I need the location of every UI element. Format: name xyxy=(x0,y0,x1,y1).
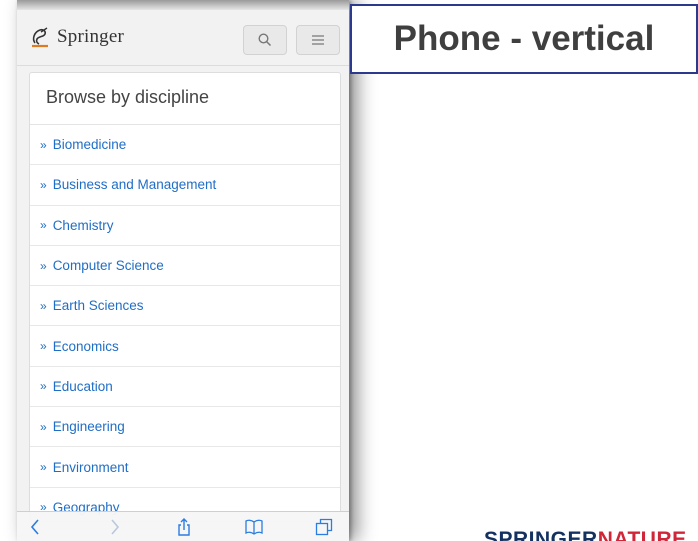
status-bar-edge xyxy=(17,0,349,10)
forward-button[interactable] xyxy=(103,517,125,537)
discipline-label: Computer Science xyxy=(52,258,164,274)
share-icon xyxy=(178,518,190,536)
browse-title: Browse by discipline xyxy=(30,73,340,125)
site-header: Springer xyxy=(17,14,349,66)
view-label-text: Phone - vertical xyxy=(393,19,655,58)
discipline-link[interactable]: » Chemistry xyxy=(30,206,340,246)
discipline-link[interactable]: » Business and Management xyxy=(30,165,340,206)
chevron-right-icon: » xyxy=(40,298,47,313)
back-button[interactable] xyxy=(25,517,47,537)
discipline-link[interactable]: » Environment xyxy=(30,447,340,488)
discipline-link[interactable]: » Biomedicine xyxy=(30,125,340,166)
chevron-right-icon: » xyxy=(40,379,47,394)
discipline-label: Economics xyxy=(52,338,119,354)
chevron-right-icon: » xyxy=(40,218,47,233)
phone-screenshot: Springer Browse by discipline » Biomedici… xyxy=(17,0,349,541)
share-button[interactable] xyxy=(173,517,195,537)
tabs-icon xyxy=(315,518,333,536)
discipline-list: » Biomedicine » Business and Management » Che… xyxy=(30,125,340,521)
brand-part-nature: NATURE xyxy=(597,528,687,541)
discipline-link[interactable]: » Earth Sciences xyxy=(30,286,340,327)
springer-logo-icon xyxy=(32,27,48,48)
discipline-label: Biomedicine xyxy=(52,137,127,153)
search-button[interactable] xyxy=(243,25,287,55)
discipline-label: Engineering xyxy=(52,419,125,435)
chevron-right-icon: » xyxy=(40,339,47,354)
back-icon xyxy=(30,519,39,535)
search-icon xyxy=(258,33,272,47)
bookmarks-icon xyxy=(245,519,263,535)
tabs-button[interactable] xyxy=(313,517,335,537)
brand-name: Springer xyxy=(57,26,125,47)
browser-toolbar xyxy=(17,511,349,541)
chevron-right-icon: » xyxy=(40,137,47,152)
discipline-link[interactable]: » Engineering xyxy=(30,407,340,448)
menu-button[interactable] xyxy=(296,25,340,55)
brand-part-springer: SPRINGER xyxy=(484,528,598,541)
chevron-right-icon: » xyxy=(40,258,47,273)
springer-logo[interactable]: Springer xyxy=(29,26,124,48)
chevron-right-icon: » xyxy=(40,419,47,434)
view-label: Phone - vertical xyxy=(350,4,698,74)
discipline-label: Business and Management xyxy=(52,177,217,193)
springer-nature-logo: SPRINGERNATURE xyxy=(484,528,687,541)
discipline-link[interactable]: » Computer Science xyxy=(30,246,340,287)
forward-icon xyxy=(111,519,120,535)
discipline-link[interactable]: » Education xyxy=(30,367,340,408)
discipline-label: Earth Sciences xyxy=(52,298,144,314)
discipline-label: Education xyxy=(52,378,113,394)
browse-card: Browse by discipline » Biomedicine » Busine… xyxy=(29,72,341,522)
discipline-label: Environment xyxy=(52,459,129,475)
bookmarks-button[interactable] xyxy=(243,517,265,537)
discipline-link[interactable]: » Economics xyxy=(30,326,340,367)
chevron-right-icon: » xyxy=(40,177,47,192)
menu-icon xyxy=(312,35,324,45)
discipline-label: Chemistry xyxy=(52,217,114,233)
chevron-right-icon: » xyxy=(40,460,47,475)
